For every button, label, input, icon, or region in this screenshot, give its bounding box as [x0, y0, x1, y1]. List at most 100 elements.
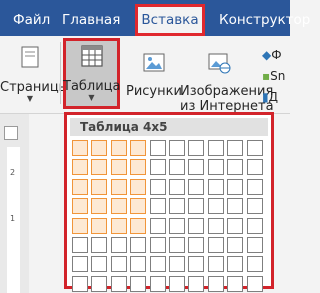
table-grid-cell[interactable] [188, 198, 204, 214]
table-grid-cell[interactable] [247, 179, 263, 195]
table-grid-cell[interactable] [111, 179, 127, 195]
table-grid-cell[interactable] [227, 159, 243, 175]
table-grid-cell[interactable] [150, 159, 166, 175]
table-grid-cell[interactable] [188, 140, 204, 156]
table-grid-cell[interactable] [208, 256, 224, 272]
table-grid-cell[interactable] [150, 237, 166, 253]
table-grid-cell[interactable] [188, 159, 204, 175]
table-size-label: Таблица 4x5 [70, 118, 268, 136]
table-grid-cell[interactable] [208, 198, 224, 214]
table-grid-cell[interactable] [150, 218, 166, 234]
online-picture-icon [208, 53, 231, 74]
table-grid-cell[interactable] [111, 256, 127, 272]
table-grid-cell[interactable] [208, 237, 224, 253]
online-pictures-button[interactable]: Изображения из Интернета [180, 50, 274, 114]
table-grid-cell[interactable] [227, 276, 243, 292]
table-grid-cell[interactable] [208, 218, 224, 234]
table-grid-cell[interactable] [188, 218, 204, 234]
table-grid-cell[interactable] [150, 198, 166, 214]
table-grid-cell[interactable] [91, 140, 107, 156]
table-grid-cell[interactable] [208, 140, 224, 156]
table-grid-cell[interactable] [130, 179, 146, 195]
illustrations-partial-group: ◆Ф ▪Sn ▮Д [262, 45, 290, 108]
table-grid-cell[interactable] [130, 256, 146, 272]
tab-insert[interactable]: Вставка [135, 4, 205, 36]
table-grid-cell[interactable] [150, 140, 166, 156]
table-grid-cell[interactable] [130, 198, 146, 214]
table-grid-cell[interactable] [111, 140, 127, 156]
table-grid-cell[interactable] [169, 179, 185, 195]
table-grid-cell[interactable] [247, 198, 263, 214]
table-grid-cell[interactable] [72, 179, 88, 195]
table-grid-cell[interactable] [130, 237, 146, 253]
table-grid-cell[interactable] [169, 140, 185, 156]
table-grid-cell[interactable] [247, 276, 263, 292]
table-grid-cell[interactable] [111, 198, 127, 214]
tab-home[interactable]: Главная [62, 4, 120, 36]
table-grid-cell[interactable] [227, 140, 243, 156]
table-grid-cell[interactable] [72, 140, 88, 156]
table-grid-cell[interactable] [150, 256, 166, 272]
table-grid-cell[interactable] [130, 140, 146, 156]
table-grid-cell[interactable] [227, 237, 243, 253]
table-grid-cell[interactable] [247, 256, 263, 272]
table-icon [80, 45, 103, 67]
table-grid-cell[interactable] [208, 179, 224, 195]
table-grid-cell[interactable] [72, 218, 88, 234]
table-grid-cell[interactable] [208, 159, 224, 175]
table-grid-cell[interactable] [91, 179, 107, 195]
table-grid-cell[interactable] [72, 198, 88, 214]
table-grid-cell[interactable] [91, 198, 107, 214]
table-grid-cell[interactable] [227, 218, 243, 234]
tab-file[interactable]: Файл [13, 4, 50, 36]
table-grid-cell[interactable] [208, 276, 224, 292]
table-grid-cell[interactable] [169, 159, 185, 175]
table-grid-cell[interactable] [169, 276, 185, 292]
table-grid-cell[interactable] [111, 276, 127, 292]
table-grid-cell[interactable] [188, 237, 204, 253]
table-grid-cell[interactable] [169, 198, 185, 214]
table-grid-cell[interactable] [188, 276, 204, 292]
table-grid-cell[interactable] [169, 218, 185, 234]
online-pictures-label-line1: Изображения [180, 84, 274, 99]
table-button-content[interactable]: Таблица ▼ [63, 44, 121, 102]
table-grid-cell[interactable] [247, 140, 263, 156]
shapes-item[interactable]: ◆Ф [262, 45, 290, 66]
table-grid-cell[interactable] [72, 276, 88, 292]
tab-design[interactable]: Конструктор [219, 4, 310, 36]
table-grid-cell[interactable] [130, 159, 146, 175]
pages-button[interactable]: Страницы ▼ [0, 44, 69, 103]
table-grid-cell[interactable] [227, 256, 243, 272]
table-grid-cell[interactable] [111, 218, 127, 234]
table-grid-cell[interactable] [227, 179, 243, 195]
table-grid-cell[interactable] [72, 159, 88, 175]
table-grid-cell[interactable] [188, 256, 204, 272]
chart-item[interactable]: ▮Д [262, 87, 290, 108]
table-grid-cell[interactable] [91, 256, 107, 272]
table-grid-cell[interactable] [150, 276, 166, 292]
table-grid-cell[interactable] [111, 159, 127, 175]
table-grid-cell[interactable] [130, 218, 146, 234]
table-grid-cell[interactable] [169, 237, 185, 253]
ruler-mark: 2 [10, 168, 16, 177]
tab-selector[interactable] [4, 126, 18, 140]
table-grid-cell[interactable] [91, 237, 107, 253]
table-grid-cell[interactable] [130, 276, 146, 292]
smartart-item[interactable]: ▪Sn [262, 66, 290, 87]
table-grid-cell[interactable] [227, 198, 243, 214]
table-grid-cell[interactable] [150, 179, 166, 195]
picture-icon [143, 53, 164, 72]
table-grid-cell[interactable] [91, 218, 107, 234]
table-grid-cell[interactable] [169, 256, 185, 272]
table-grid-cell[interactable] [72, 256, 88, 272]
pictures-button[interactable]: Рисунки [126, 50, 182, 99]
table-grid-cell[interactable] [247, 218, 263, 234]
table-grid-cell[interactable] [72, 237, 88, 253]
table-grid-cell[interactable] [247, 159, 263, 175]
table-grid-cell[interactable] [188, 179, 204, 195]
table-grid-cell[interactable] [91, 159, 107, 175]
pages-icon [21, 46, 39, 68]
table-grid-cell[interactable] [91, 276, 107, 292]
table-grid-cell[interactable] [111, 237, 127, 253]
table-grid-cell[interactable] [247, 237, 263, 253]
